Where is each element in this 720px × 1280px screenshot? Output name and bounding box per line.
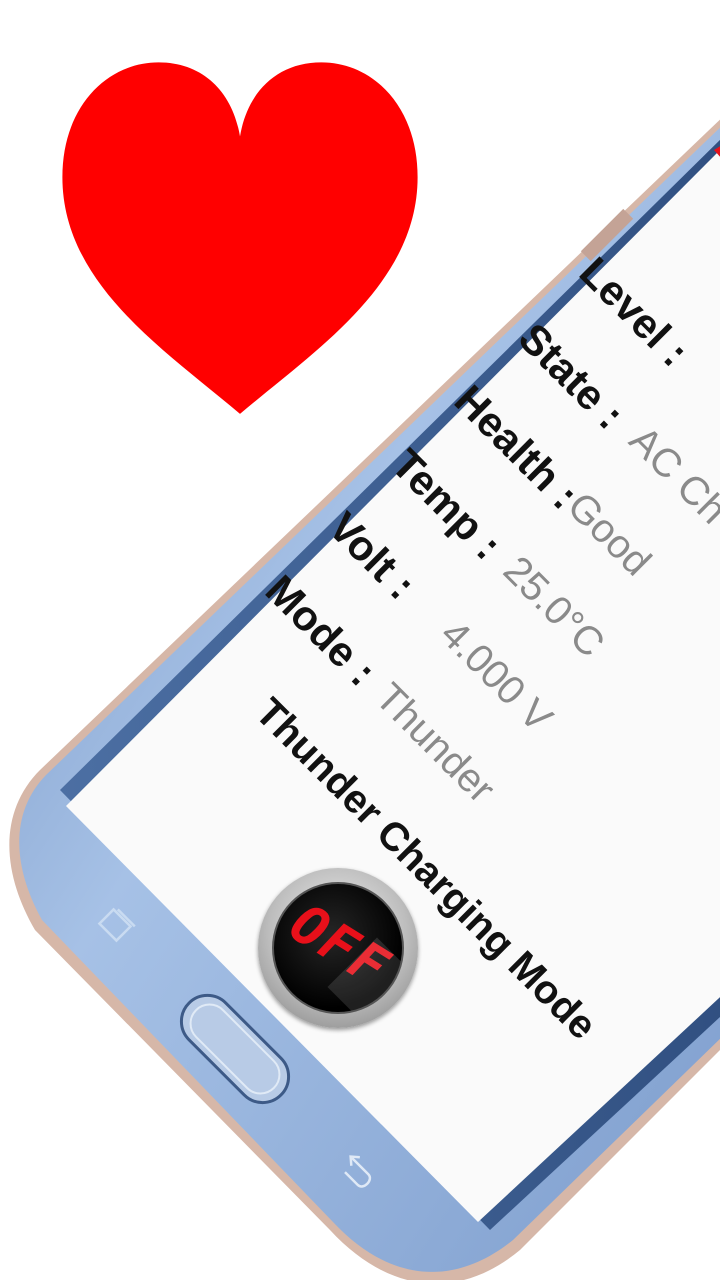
promo-screen: Level : State : AC Ch Health : Good Temp… bbox=[0, 0, 720, 1280]
charging-toggle-button[interactable]: OFF bbox=[258, 868, 418, 1028]
toggle-display: OFF bbox=[272, 882, 404, 1014]
